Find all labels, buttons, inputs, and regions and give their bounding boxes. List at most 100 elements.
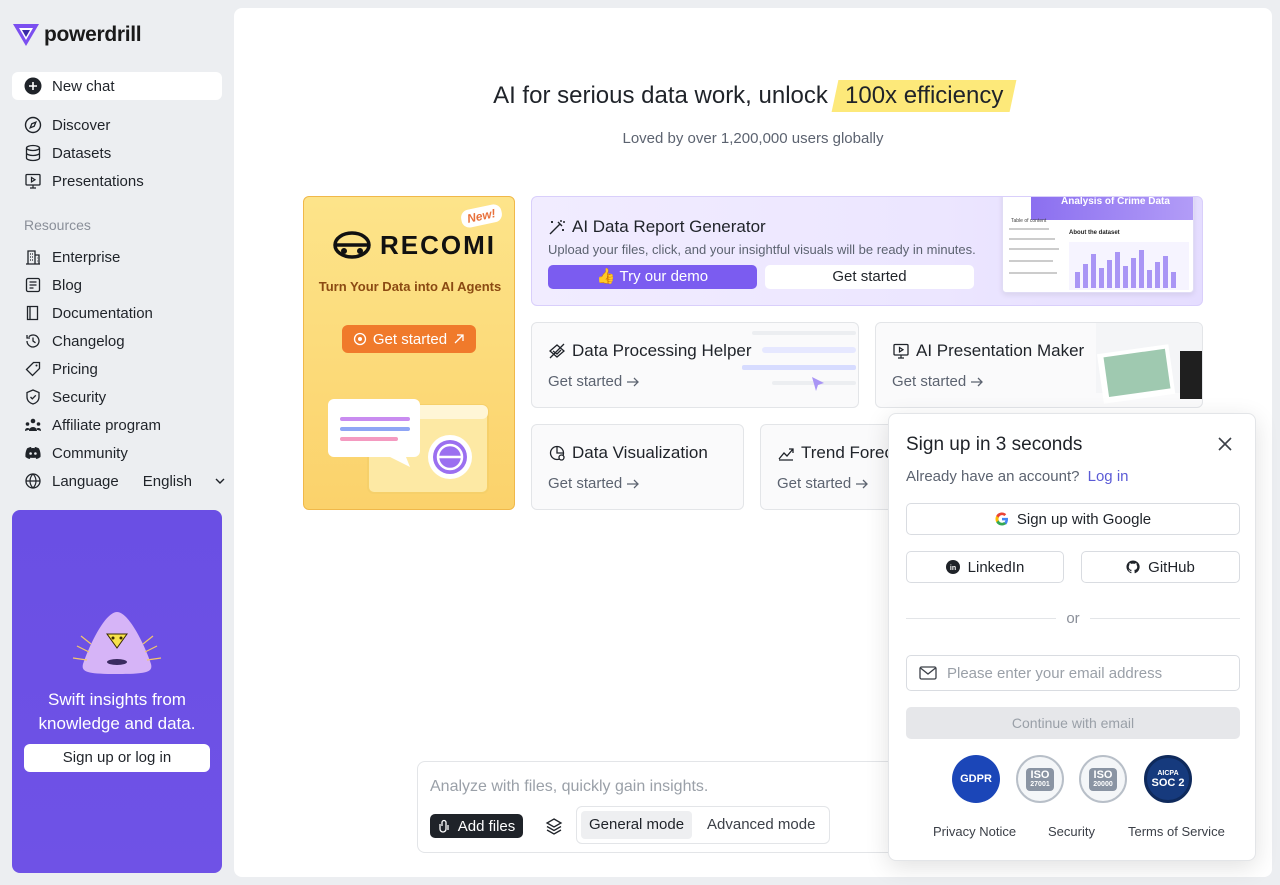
sidebar-item-label: Community <box>52 444 128 462</box>
divider-line-right <box>1090 618 1240 619</box>
general-mode-tab[interactable]: General mode <box>581 811 693 839</box>
github-icon <box>1126 560 1140 574</box>
discord-icon <box>25 447 41 459</box>
google-button-label: Sign up with Google <box>1016 510 1152 528</box>
trend-card-title: Trend Forec <box>777 443 893 463</box>
data-visualization-card[interactable]: Data Visualization Get started <box>531 424 744 510</box>
chevron-down-icon[interactable] <box>214 475 226 487</box>
mascot-illustration-icon <box>72 612 162 674</box>
presentation-link-text: Get started <box>892 373 967 390</box>
building-icon <box>26 250 40 265</box>
sidebar-item-presentations[interactable]: Presentations <box>24 167 144 195</box>
brand-logo[interactable]: powerdrill <box>12 22 142 48</box>
sidebar-item-community[interactable]: Community <box>24 439 226 467</box>
sidebar-item-discover[interactable]: Discover <box>24 111 144 139</box>
brand-name: powerdrill <box>44 23 142 46</box>
iso-27001-badge: ISO 27001 <box>1016 755 1064 803</box>
presentation-get-started-link[interactable]: Get started <box>892 373 984 390</box>
compass-icon <box>24 116 42 134</box>
recomi-logo: RECOMI <box>332 229 496 261</box>
history-icon <box>26 334 40 348</box>
blog-icon <box>25 277 41 293</box>
sidebar-item-datasets[interactable]: Datasets <box>24 139 144 167</box>
sidebar-item-documentation[interactable]: Documentation <box>24 299 226 327</box>
sidebar-item-affiliate[interactable]: Affiliate program <box>24 411 226 439</box>
preview-title: Analysis of Crime Data <box>1031 197 1193 220</box>
sidebar-item-label: Language <box>52 472 119 490</box>
magic-wand-icon <box>549 220 565 235</box>
processing-title-text: Data Processing Helper <box>572 341 752 360</box>
hero-subline: Loved by over 1,200,000 users globally <box>622 130 884 147</box>
new-chat-button[interactable]: New chat <box>12 72 222 100</box>
sidebar-item-language[interactable]: Language English <box>24 467 226 495</box>
preview-bar-chart-icon <box>1069 242 1189 290</box>
security-link[interactable]: Security <box>1048 824 1095 839</box>
signup-modal: Sign up in 3 seconds Already have an acc… <box>888 413 1256 861</box>
sidebar-item-changelog[interactable]: Changelog <box>24 327 226 355</box>
privacy-notice-link[interactable]: Privacy Notice <box>933 824 1016 839</box>
trend-get-started-link[interactable]: Get started <box>777 475 869 492</box>
try-demo-button[interactable]: 👍 Try our demo <box>548 265 757 289</box>
recomi-logo-icon <box>333 231 371 259</box>
presentation-icon <box>893 343 909 359</box>
gdpr-badge: GDPR <box>952 755 1000 803</box>
recomi-get-started-button[interactable]: Get started <box>342 325 476 353</box>
sidebar-item-enterprise[interactable]: Enterprise <box>24 243 226 271</box>
presentation-maker-card[interactable]: AI Presentation Maker Get started <box>875 322 1203 408</box>
sidebar-item-label: Documentation <box>52 304 153 322</box>
database-icon <box>25 144 41 162</box>
sidebar-item-label: Pricing <box>52 360 98 378</box>
signup-login-button[interactable]: Sign up or log in <box>24 744 210 772</box>
github-signup-button[interactable]: GitHub <box>1081 551 1240 583</box>
google-signup-button[interactable]: Sign up with Google <box>906 503 1240 535</box>
login-link[interactable]: Log in <box>1088 468 1129 485</box>
globe-icon <box>25 473 41 489</box>
recomi-button-label: Get started <box>372 330 448 348</box>
preview-toc-lines-icon <box>1009 228 1059 274</box>
linkedin-icon: in <box>945 560 960 574</box>
language-select-value[interactable]: English <box>143 473 192 490</box>
promo-text-line2: knowledge and data. <box>38 714 196 733</box>
linkedin-signup-button[interactable]: in LinkedIn <box>906 551 1064 583</box>
report-description: Upload your files, click, and your insig… <box>548 242 976 257</box>
terms-link[interactable]: Terms of Service <box>1128 824 1225 839</box>
report-generator-card[interactable]: AI Data Report Generator Upload your fil… <box>531 196 1203 306</box>
linkedin-button-label: LinkedIn <box>967 558 1025 576</box>
sidebar-item-security[interactable]: Security <box>24 383 226 411</box>
sidebar-item-blog[interactable]: Blog <box>24 271 226 299</box>
resources-heading: Resources <box>24 217 91 233</box>
email-input[interactable] <box>947 664 1227 682</box>
arrow-right-icon <box>971 377 984 386</box>
headline-highlight-text: 100x efficiency <box>844 82 1003 109</box>
data-processing-card[interactable]: Data Processing Helper Get started <box>531 322 859 408</box>
recomi-card[interactable]: New! RECOMI Turn Your Data into AI Agent… <box>303 196 515 510</box>
continue-email-button[interactable]: Continue with email <box>906 707 1240 739</box>
presentation-icon <box>25 173 41 189</box>
sidebar: powerdrill New chat Discover Datasets Pr… <box>0 0 234 885</box>
chat-input[interactable]: Analyze with files, quickly gain insight… <box>430 778 708 796</box>
book-icon <box>26 305 39 321</box>
sidebar-item-label: Enterprise <box>52 248 121 266</box>
tag-icon <box>25 361 41 377</box>
sidebar-item-pricing[interactable]: Pricing <box>24 355 226 383</box>
paperclip-icon <box>439 819 449 833</box>
sidebar-item-label: Presentations <box>52 172 144 190</box>
email-field[interactable] <box>906 655 1240 691</box>
visualization-title-text: Data Visualization <box>572 443 708 462</box>
report-get-started-button[interactable]: Get started <box>765 265 974 289</box>
signup-promo-card: Swift insights from knowledge and data. … <box>12 510 222 873</box>
preview-about-label: About the dataset <box>1069 230 1120 236</box>
processing-get-started-link[interactable]: Get started <box>548 373 640 390</box>
layers-icon[interactable] <box>544 816 564 836</box>
close-icon[interactable] <box>1217 436 1233 452</box>
add-files-button[interactable]: Add files <box>430 814 523 838</box>
visualization-get-started-link[interactable]: Get started <box>548 475 640 492</box>
advanced-mode-tab[interactable]: Advanced mode <box>699 811 823 839</box>
headline-highlight: 100x efficiency <box>831 80 1017 112</box>
sidebar-item-label: Discover <box>52 116 111 134</box>
preview-toc-label: Table of content <box>1011 218 1047 224</box>
sidebar-item-label: Blog <box>52 276 83 294</box>
arrow-right-icon <box>627 377 640 386</box>
data-processing-icon <box>549 343 565 359</box>
recomi-tagline: Turn Your Data into AI Agents <box>318 279 502 294</box>
